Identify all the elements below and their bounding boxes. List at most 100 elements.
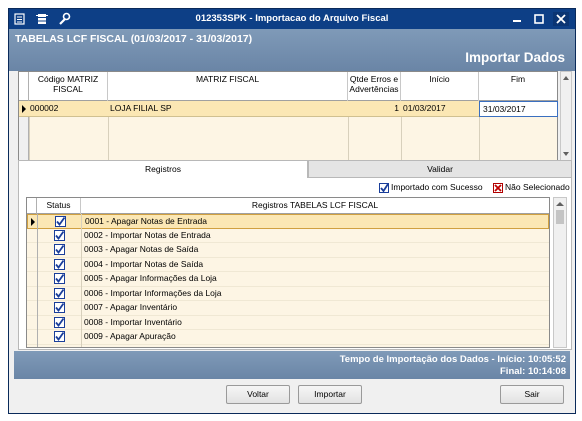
tab-registros[interactable]: Registros [18, 160, 308, 178]
record-label: 0006 - Importar Informações da Loja [84, 287, 222, 298]
checked-checkbox-icon [53, 273, 65, 284]
window-title: 012353SPK - Importacao do Arquivo Fiscal [195, 13, 389, 24]
row-indicator-cell [27, 330, 37, 344]
status-checkbox[interactable] [37, 229, 81, 243]
status-checkbox[interactable] [38, 215, 82, 229]
status-checkbox[interactable] [37, 243, 81, 257]
checked-checkbox-icon [53, 287, 65, 299]
checked-checkbox-icon [53, 258, 65, 270]
col-codigo-header[interactable]: Código MATRIZ FISCAL [29, 72, 108, 101]
registros-panel: Importado com Sucesso Não Selecionado St… [18, 178, 572, 350]
status-checkbox[interactable] [37, 330, 81, 344]
legend-not-selected: Não Selecionado [493, 182, 570, 193]
grid-divider [348, 117, 349, 160]
table-row[interactable]: 0006 - Importar Informações da Loja [27, 287, 549, 301]
header-action-title: Importar Dados [465, 50, 565, 65]
scroll-down-icon[interactable] [561, 149, 571, 159]
checked-checkbox-icon [53, 302, 65, 313]
cell-codigo[interactable]: 000002 [29, 101, 108, 117]
grid-divider [81, 214, 82, 347]
import-time-start: Tempo de Importação dos Dados - Início: … [339, 354, 566, 365]
legend-imported-label: Importado com Sucesso [391, 182, 483, 192]
sair-button[interactable]: Sair [500, 385, 564, 404]
minimize-button[interactable] [509, 12, 525, 26]
grid-divider [479, 117, 480, 160]
matrix-grid-scrollbar[interactable] [560, 71, 572, 161]
matrix-grid[interactable]: Código MATRIZ FISCAL MATRIZ FISCAL Qtde … [18, 71, 558, 161]
voltar-button[interactable]: Voltar [226, 385, 290, 404]
legend-not-selected-label: Não Selecionado [505, 182, 570, 192]
checked-checkbox-icon [54, 216, 66, 227]
table-row[interactable]: 0008 - Importar Inventário [27, 316, 549, 330]
row-indicator-header [27, 198, 37, 214]
records-grid[interactable]: Status Registros TABELAS LCF FISCAL 0001… [26, 197, 550, 348]
cell-inicio[interactable]: 01/03/2017 [401, 101, 479, 117]
col-inicio-header[interactable]: Início [401, 72, 479, 101]
title-bar[interactable]: 012353SPK - Importacao do Arquivo Fiscal [9, 9, 575, 29]
row-indicator-cell [27, 272, 37, 286]
maximize-icon [534, 14, 544, 24]
checked-checkbox-icon [53, 331, 65, 342]
record-label: 0004 - Importar Notas de Saída [84, 258, 204, 269]
importar-button[interactable]: Importar [298, 385, 362, 404]
grid-divider [29, 117, 30, 160]
col-matriz-header[interactable]: MATRIZ FISCAL [108, 72, 348, 101]
record-label: 0003 - Apagar Notas de Saída [84, 244, 199, 254]
table-row[interactable]: 0004 - Importar Notas de Saída [27, 258, 549, 272]
col-fim-header[interactable]: Fim [479, 72, 557, 101]
status-checkbox[interactable] [37, 316, 81, 330]
matrix-grid-header: Código MATRIZ FISCAL MATRIZ FISCAL Qtde … [19, 72, 557, 101]
row-indicator-cell [27, 243, 37, 257]
table-row[interactable]: 0009 - Apagar Apuração [27, 330, 549, 345]
cell-fim-editing[interactable]: 31/03/2017 [479, 101, 558, 117]
table-row[interactable]: 0003 - Apagar Notas de Saída [27, 243, 549, 258]
row-indicator-cell [27, 301, 37, 315]
close-icon [556, 14, 566, 24]
checked-checkbox-icon [53, 244, 65, 255]
row-indicator-header [19, 72, 29, 101]
checked-checkbox-icon [53, 229, 65, 241]
row-indicator-cell [27, 287, 37, 301]
grid-divider [108, 117, 109, 160]
record-label: 0001 - Apagar Notas de Entrada [85, 216, 207, 226]
status-checkbox[interactable] [37, 258, 81, 272]
close-button[interactable] [553, 12, 569, 26]
status-checkbox[interactable] [37, 272, 81, 286]
row-indicator-cell [27, 258, 37, 272]
row-pointer-icon [19, 101, 29, 117]
tab-strip: Registros Validar [18, 160, 572, 178]
status-bar: Tempo de Importação dos Dados - Início: … [14, 351, 570, 379]
row-indicator-column [19, 117, 29, 160]
scroll-thumb[interactable] [556, 210, 564, 224]
import-time-end: Final: 10:14:08 [500, 366, 566, 377]
tab-validar[interactable]: Validar [308, 160, 572, 178]
table-row[interactable]: 0005 - Apagar Informações da Loja [27, 272, 549, 287]
col-registros-header[interactable]: Registros TABELAS LCF FISCAL [81, 198, 549, 214]
col-status-header[interactable]: Status [37, 198, 81, 214]
record-label: 0007 - Apagar Inventário [84, 302, 178, 312]
status-checkbox[interactable] [37, 287, 81, 301]
table-row[interactable]: 0002 - Importar Notas de Entrada [27, 229, 549, 243]
status-checkbox[interactable] [37, 301, 81, 315]
header-period-title: TABELAS LCF FISCAL (01/03/2017 - 31/03/2… [15, 33, 253, 45]
record-label: 0005 - Apagar Informações da Loja [84, 273, 217, 283]
scroll-up-icon[interactable] [561, 73, 571, 83]
minimize-icon [513, 20, 521, 22]
table-row[interactable]: 0001 - Apagar Notas de Entrada [27, 214, 549, 229]
scroll-up-icon[interactable] [554, 199, 566, 209]
checked-checkbox-icon [379, 182, 389, 193]
records-grid-scrollbar[interactable] [553, 197, 567, 348]
cell-matriz[interactable]: LOJA FILIAL SP [108, 101, 348, 117]
table-row[interactable]: 000002 LOJA FILIAL SP 1 01/03/2017 31/03… [19, 101, 558, 117]
unselected-checkbox-icon [493, 182, 503, 193]
record-label: 0002 - Importar Notas de Entrada [84, 229, 211, 240]
row-indicator-cell [27, 316, 37, 330]
records-grid-header: Status Registros TABELAS LCF FISCAL [27, 198, 549, 214]
row-indicator-divider [37, 214, 38, 347]
col-qtde-header[interactable]: Qtde Erros e Advertências [348, 72, 401, 101]
checked-checkbox-icon [53, 316, 65, 328]
maximize-button[interactable] [531, 12, 547, 26]
legend-imported: Importado com Sucesso [379, 182, 483, 193]
cell-qtde[interactable]: 1 [348, 101, 401, 117]
table-row[interactable]: 0007 - Apagar Inventário [27, 301, 549, 316]
